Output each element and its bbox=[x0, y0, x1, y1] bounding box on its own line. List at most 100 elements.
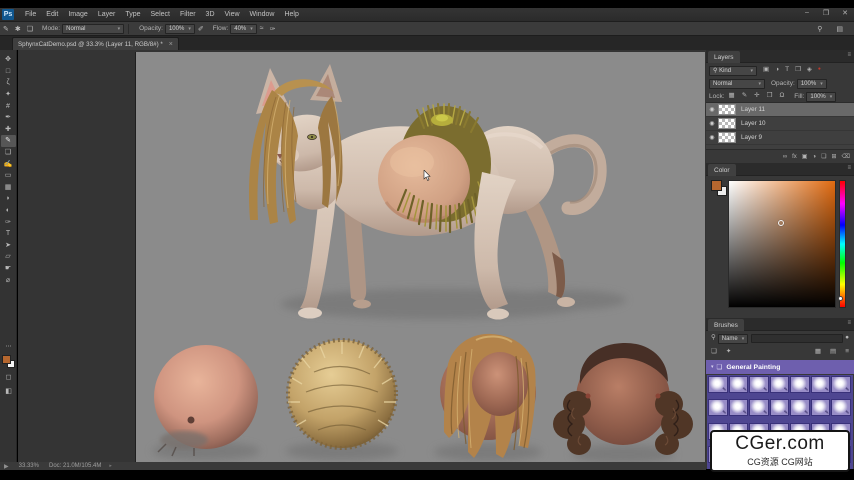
saturation-brightness-picker[interactable] bbox=[728, 180, 836, 308]
new-brush-icon[interactable]: ✦ bbox=[726, 349, 731, 356]
dodge-tool[interactable]: ◐ bbox=[1, 205, 16, 217]
marquee-tool[interactable]: □ bbox=[1, 66, 16, 78]
brush-search-option-icon[interactable]: ● bbox=[845, 335, 849, 342]
fill-dropdown[interactable]: 100% ▾ bbox=[806, 92, 836, 102]
lasso-tool[interactable]: ζ bbox=[1, 77, 16, 89]
search-kind-dropdown[interactable]: Name ▾ bbox=[718, 334, 749, 344]
tab-color[interactable]: Color bbox=[708, 164, 736, 176]
history-brush-tool[interactable]: ✍ bbox=[1, 158, 16, 170]
brush-preset-tile[interactable] bbox=[708, 376, 728, 393]
active-tool-icon[interactable]: ✎ bbox=[3, 25, 9, 33]
pen-tool[interactable]: ✑ bbox=[1, 216, 16, 228]
hue-slider[interactable] bbox=[839, 180, 846, 308]
brush-preset-tile[interactable] bbox=[831, 399, 851, 416]
layer-row[interactable]: ◉Layer 10 bbox=[706, 117, 854, 131]
menu-help[interactable]: Help bbox=[279, 8, 303, 21]
kind-filter-dropdown[interactable]: ⚲ Kind ▾ bbox=[709, 66, 757, 76]
new-group-icon[interactable]: ❏ bbox=[821, 154, 826, 160]
opacity-dropdown[interactable]: 100%▾ bbox=[165, 24, 195, 34]
close-button[interactable]: ✕ bbox=[840, 9, 850, 17]
lock-position-icon[interactable]: ✛ bbox=[754, 93, 759, 100]
grid-view-icon[interactable]: ▦ bbox=[815, 349, 821, 356]
quick-mask-icon[interactable]: ◻ bbox=[1, 372, 16, 384]
layer-row[interactable]: ◉Layer 9 bbox=[706, 131, 854, 145]
lock-transparent-icon[interactable]: ▦ bbox=[729, 93, 735, 100]
search-icon[interactable]: ⚲ bbox=[817, 25, 822, 33]
delete-layer-icon[interactable]: ⌫ bbox=[842, 154, 850, 160]
minimize-button[interactable]: – bbox=[802, 9, 812, 17]
hand-tool[interactable]: ☛ bbox=[1, 263, 16, 275]
panel-menu-icon[interactable]: ≡ bbox=[845, 349, 849, 356]
panel-menu-icon[interactable]: ≡ bbox=[847, 52, 851, 58]
play-icon[interactable]: ▶ bbox=[4, 463, 9, 470]
filter-smart-object-icon[interactable]: ◈ bbox=[807, 67, 812, 74]
menu-filter[interactable]: Filter bbox=[175, 8, 201, 21]
color-picker-marker[interactable] bbox=[778, 220, 784, 226]
brush-preset-tile[interactable] bbox=[831, 376, 851, 393]
add-mask-icon[interactable]: ▣ bbox=[802, 154, 808, 160]
brush-preset-tile[interactable] bbox=[729, 399, 749, 416]
canvas-artwork[interactable] bbox=[135, 52, 705, 462]
new-layer-icon[interactable]: ⊞ bbox=[831, 154, 836, 160]
filter-toggle-icon[interactable]: ● bbox=[818, 67, 821, 74]
tab-layers[interactable]: Layers bbox=[708, 51, 740, 63]
document-tab[interactable]: SphynxCatDemo.psd @ 33.3% (Layer 11, RGB… bbox=[12, 37, 179, 50]
layer-thumbnail[interactable] bbox=[718, 132, 736, 143]
layer-thumbnail[interactable] bbox=[718, 118, 736, 129]
panel-menu-icon[interactable]: ≡ bbox=[847, 165, 851, 171]
eraser-tool[interactable]: ▭ bbox=[1, 170, 16, 182]
layer-style-icon[interactable]: fx bbox=[792, 154, 797, 160]
hue-slider-marker[interactable] bbox=[838, 296, 843, 301]
brush-preset-tile[interactable] bbox=[770, 376, 790, 393]
foreground-color-swatch[interactable] bbox=[711, 180, 722, 191]
foreground-color-swatch[interactable] bbox=[2, 355, 11, 364]
eyedropper-tool[interactable]: ✒ bbox=[1, 112, 16, 124]
layer-thumbnail[interactable] bbox=[718, 104, 736, 115]
screen-mode-icon[interactable]: ◧ bbox=[1, 386, 16, 398]
blend-mode-dropdown[interactable]: Normal ▾ bbox=[709, 79, 765, 89]
brush-preset-tile[interactable] bbox=[749, 399, 769, 416]
brush-preset-tile[interactable] bbox=[790, 399, 810, 416]
brush-search-input[interactable] bbox=[751, 334, 843, 343]
crop-tool[interactable]: # bbox=[1, 100, 16, 112]
status-caret-icon[interactable]: ▸ bbox=[109, 463, 112, 469]
visibility-eye-icon[interactable]: ◉ bbox=[706, 134, 718, 141]
airbrush-icon[interactable]: ≈ bbox=[260, 25, 264, 32]
menu-window[interactable]: Window bbox=[245, 8, 280, 21]
zoom-tool[interactable]: ⌀ bbox=[1, 274, 16, 286]
menu-layer[interactable]: Layer bbox=[93, 8, 121, 21]
tab-brushes[interactable]: Brushes bbox=[708, 319, 744, 331]
brush-tool[interactable]: ✎ bbox=[1, 135, 16, 147]
toolbar-ellipsis-icon[interactable]: ⋯ bbox=[0, 343, 17, 350]
brush-presets-icon[interactable]: ❏ bbox=[711, 349, 717, 356]
color-panel-swatches[interactable] bbox=[711, 180, 727, 196]
lock-artboard-icon[interactable]: ❒ bbox=[767, 93, 773, 100]
brush-preset-tile[interactable] bbox=[708, 399, 728, 416]
panel-menu-icon[interactable]: ≡ bbox=[847, 320, 851, 326]
pressure-size-icon[interactable]: ✑ bbox=[270, 25, 276, 33]
menu-select[interactable]: Select bbox=[146, 8, 175, 21]
filter-pixel-icon[interactable]: ▣ bbox=[763, 67, 769, 74]
shape-tool[interactable]: ▱ bbox=[1, 251, 16, 263]
move-tool[interactable]: ✥ bbox=[1, 54, 16, 66]
filter-adjustment-icon[interactable]: ◑ bbox=[775, 67, 779, 74]
brush-folder-general-painting[interactable]: ▾ ❏ General Painting bbox=[706, 360, 854, 374]
visibility-eye-icon[interactable]: ◉ bbox=[706, 120, 718, 127]
blur-tool[interactable]: ◗ bbox=[1, 193, 16, 205]
menu-type[interactable]: Type bbox=[120, 8, 145, 21]
brush-preset-tile[interactable] bbox=[811, 376, 831, 393]
brush-preset-tile[interactable] bbox=[790, 376, 810, 393]
brush-preset-tile[interactable] bbox=[770, 399, 790, 416]
mode-dropdown[interactable]: Normal▾ bbox=[62, 24, 124, 34]
healing-brush-tool[interactable]: ✚ bbox=[1, 124, 16, 136]
brush-preset-tile[interactable] bbox=[729, 376, 749, 393]
pressure-opacity-icon[interactable]: ✐ bbox=[198, 25, 204, 33]
adjustment-layer-icon[interactable]: ◑ bbox=[812, 154, 816, 160]
filter-type-icon[interactable]: T bbox=[785, 67, 789, 74]
layers-opacity-dropdown[interactable]: 100% ▾ bbox=[797, 79, 827, 89]
link-layers-icon[interactable]: ∞ bbox=[783, 154, 787, 160]
flow-dropdown[interactable]: 40%▾ bbox=[230, 24, 257, 34]
tab-close-icon[interactable]: × bbox=[169, 41, 173, 48]
brush-preset-tile[interactable] bbox=[811, 399, 831, 416]
filter-shape-icon[interactable]: ❒ bbox=[795, 67, 801, 74]
